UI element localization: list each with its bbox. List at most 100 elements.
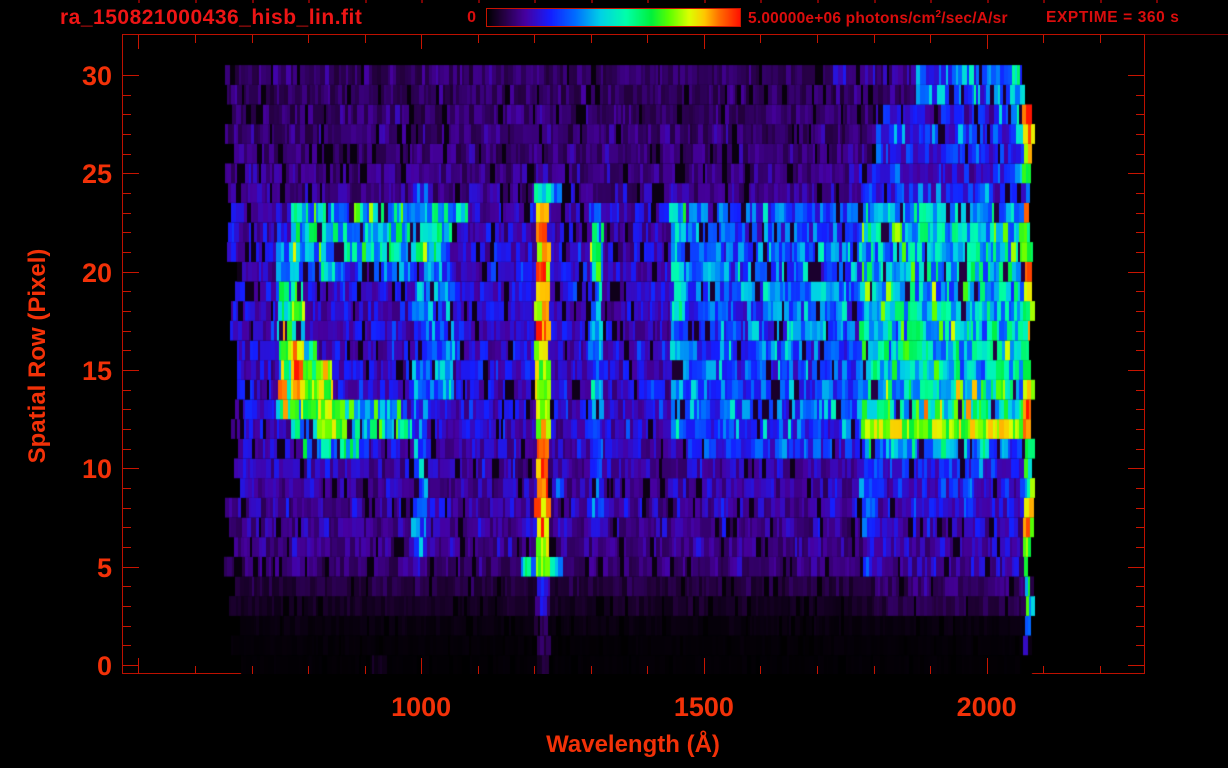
y-tick-left [123, 488, 131, 489]
y-tick-label: 0 [96, 651, 112, 681]
file-title: ra_150821000436_hisb_lin.fit [60, 6, 363, 29]
y-tick-right [1136, 331, 1144, 332]
y-tick-left [123, 252, 131, 253]
x-tick-bottom [1043, 666, 1044, 674]
x-tick-top [138, 35, 139, 49]
y-axis-title: Spatial Row (Pixel) [24, 248, 51, 464]
y-tick-right [1136, 626, 1144, 627]
x-tick-bottom [704, 658, 705, 674]
y-tick-label: 15 [81, 355, 112, 386]
y-tick-left [123, 331, 131, 332]
y-tick-left [123, 547, 131, 548]
y-tick-right [1136, 350, 1144, 351]
y-tick-left [123, 134, 131, 135]
x-tick-bottom [195, 666, 196, 674]
x-tick-bottom [987, 658, 988, 674]
y-tick-right [1136, 291, 1144, 292]
y-tick-left [123, 449, 131, 450]
y-tick-right [1136, 449, 1144, 450]
y-tick-right [1136, 193, 1144, 194]
y-tick-right [1128, 665, 1144, 666]
x-tick-bottom [817, 666, 818, 674]
y-tick-left [123, 390, 131, 391]
y-tick-left [123, 291, 131, 292]
y-tick-label: 25 [81, 159, 112, 190]
window-top-tick [760, 0, 762, 3]
y-tick-right [1136, 429, 1144, 430]
x-tick-label: 1000 [391, 692, 452, 722]
x-tick-bottom [874, 666, 875, 674]
window-top-tick [1043, 0, 1045, 3]
y-tick-right [1128, 272, 1144, 273]
y-tick-right [1136, 114, 1144, 115]
y-tick-right [1136, 390, 1144, 391]
x-tick-top [534, 35, 535, 43]
top-frame-extension [1145, 34, 1228, 35]
y-tick-left [123, 154, 131, 155]
x-tick-top [1043, 35, 1044, 43]
y-tick-left [123, 567, 139, 568]
window-top-tick [930, 0, 932, 3]
y-tick-left [123, 272, 139, 273]
y-tick-left [123, 409, 131, 410]
x-tick-bottom [930, 666, 931, 674]
x-tick-top [195, 35, 196, 43]
y-tick-label: 5 [96, 552, 112, 583]
y-tick-left [123, 586, 131, 587]
window-top-tick [704, 0, 706, 3]
y-tick-right [1136, 154, 1144, 155]
x-tick-top [308, 35, 309, 43]
x-tick-top [874, 35, 875, 43]
window-top-tick [365, 0, 367, 3]
x-tick-top [760, 35, 761, 43]
x-tick-bottom [365, 666, 366, 674]
y-tick-left [123, 606, 131, 607]
y-tick-right [1136, 311, 1144, 312]
window-top-tick [534, 0, 536, 3]
x-tick-bottom [534, 666, 535, 674]
x-tick-top [365, 35, 366, 43]
x-tick-top [647, 35, 648, 43]
y-tick-right [1128, 567, 1144, 568]
window-top-tick [817, 0, 819, 3]
x-tick-bottom [1100, 666, 1101, 674]
y-tick-left [123, 626, 131, 627]
y-tick-right [1128, 173, 1144, 174]
window-top-tick [195, 0, 197, 3]
y-tick-right [1128, 370, 1144, 371]
y-tick-right [1136, 409, 1144, 410]
x-tick-bottom [138, 658, 139, 674]
x-tick-bottom [478, 666, 479, 674]
window-top-tick [1100, 0, 1102, 3]
colorbar-units-suffix: /sec/A/sr [941, 10, 1008, 28]
colorbar-min-label: 0 [467, 9, 476, 26]
x-tick-top [252, 35, 253, 43]
colorbar-max-value: 5.00000e+06 photons/cm [748, 10, 936, 28]
window-top-tick [478, 0, 480, 3]
x-tick-bottom [591, 666, 592, 674]
window-top-tick [308, 0, 310, 3]
x-tick-bottom [252, 666, 253, 674]
y-tick-label: 20 [81, 257, 112, 288]
y-tick-left [123, 311, 131, 312]
window-top-tick [1156, 0, 1158, 3]
x-tick-top [704, 35, 705, 49]
window-top-tick [138, 0, 140, 3]
y-tick-right [1128, 468, 1144, 469]
y-tick-right [1136, 547, 1144, 548]
y-tick-left [123, 527, 131, 528]
x-tick-bottom [647, 666, 648, 674]
y-tick-right [1136, 527, 1144, 528]
y-tick-left [123, 429, 131, 430]
x-tick-bottom [421, 658, 422, 674]
y-tick-label: 30 [81, 60, 112, 91]
exptime-label: EXPTIME = 360 s [1046, 9, 1180, 26]
x-tick-label: 2000 [956, 692, 1017, 722]
spectral-heatmap-canvas [123, 35, 1144, 674]
x-tick-top [591, 35, 592, 43]
x-axis-title: Wavelength (Å) [546, 731, 720, 758]
y-tick-left [123, 232, 131, 233]
window-top-tick [591, 0, 593, 3]
y-tick-left [123, 468, 139, 469]
y-tick-right [1136, 232, 1144, 233]
